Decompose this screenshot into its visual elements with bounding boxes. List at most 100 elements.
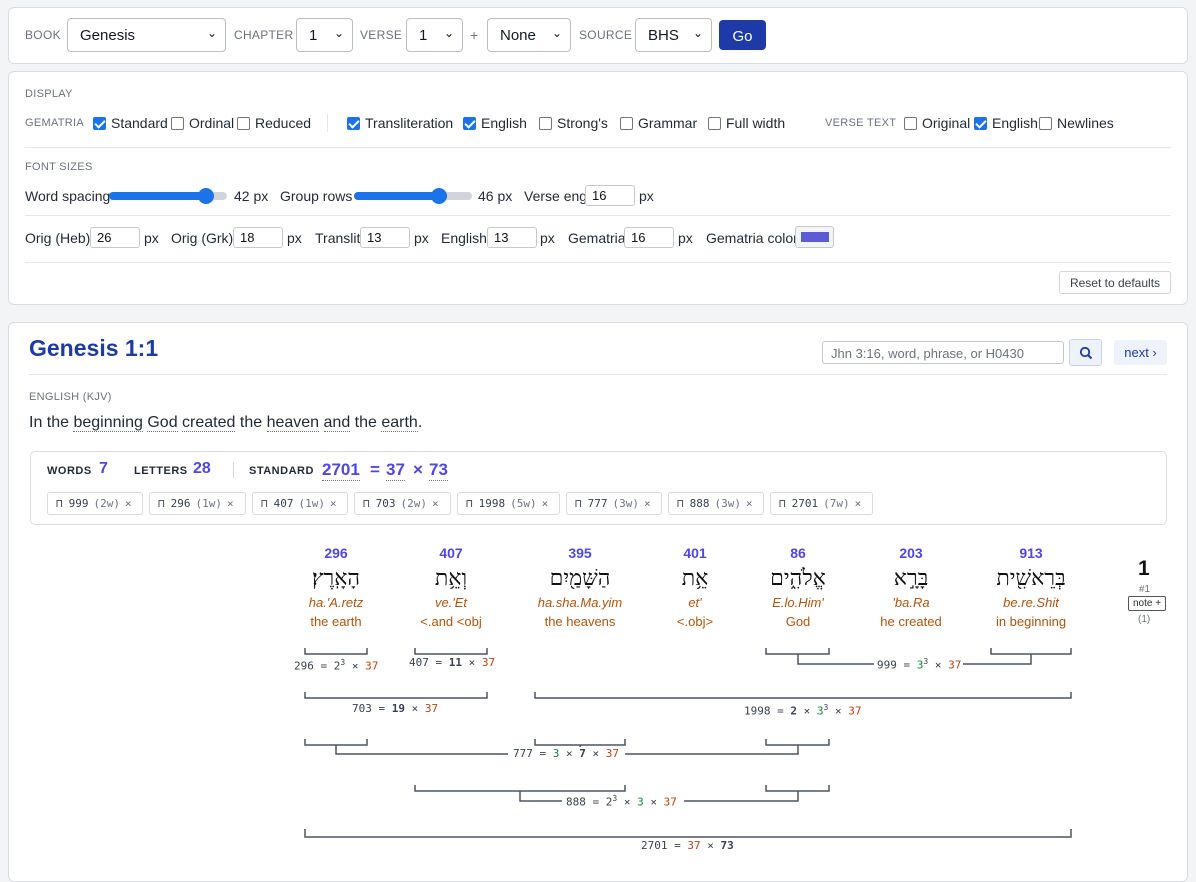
- group-label-703: 703 = 19 × 37: [352, 702, 439, 715]
- font-size-unit: px: [540, 230, 555, 246]
- gematria-color-label: Gematria color: [706, 230, 798, 246]
- group-rows-label: Group rows: [280, 188, 353, 204]
- bracket-2701: [304, 829, 1072, 838]
- bracket-703: [304, 692, 488, 699]
- gematria-color-picker[interactable]: [795, 226, 834, 248]
- chevron-down-icon: ⌄: [692, 26, 703, 40]
- bracket-999-a: [765, 648, 830, 655]
- bracket-407: [414, 648, 488, 655]
- source-select-value: BHS: [648, 27, 679, 44]
- go-button[interactable]: Go: [719, 20, 766, 50]
- word-spacing-slider-fill: [109, 192, 206, 200]
- gematria-checkbox[interactable]: [237, 117, 250, 130]
- show-checkbox-label[interactable]: Strong's: [557, 115, 608, 131]
- chapter-label: CHAPTER: [234, 28, 294, 42]
- font-size-unit: px: [678, 230, 693, 246]
- bracket-999-b: [990, 648, 1072, 655]
- chevron-down-icon: ⌄: [206, 26, 217, 40]
- bracket-1998: [534, 692, 1072, 699]
- show-checkbox-label[interactable]: Full width: [726, 115, 785, 131]
- bracket-888-a: [414, 785, 626, 792]
- gematria-checkbox-label[interactable]: Standard: [111, 115, 168, 131]
- section-divider: [25, 215, 1171, 216]
- font-size-label: Orig (Grk): [171, 230, 234, 246]
- show-checkbox[interactable]: [347, 117, 360, 130]
- option-divider: [327, 114, 328, 132]
- navigation-bar: BOOK Genesis ⌄ CHAPTER 1 ⌄ VERSE 1 ⌄ + N…: [8, 7, 1188, 64]
- verse-text-checkbox-label[interactable]: Newlines: [1057, 115, 1114, 131]
- gematria-label: GEMATRIA: [25, 117, 85, 129]
- font-sizes-heading: FONT SIZES: [25, 161, 93, 173]
- font-size-label: Gematria: [568, 230, 626, 246]
- verse-select[interactable]: 1 ⌄: [406, 18, 463, 52]
- group-brackets: [304, 648, 1072, 838]
- group-label-2701: 2701 = 37 × 73: [641, 839, 734, 852]
- source-select[interactable]: BHS ⌄: [635, 18, 712, 52]
- verse-text-checkbox-label[interactable]: Original: [922, 115, 970, 131]
- show-checkbox-label[interactable]: English: [481, 115, 527, 131]
- group-label-888: 888 = 23 × 3 × 37: [564, 794, 679, 809]
- verse-eng-input[interactable]: 16: [585, 185, 635, 206]
- show-checkbox[interactable]: [539, 117, 552, 130]
- gematria-checkbox[interactable]: [93, 117, 106, 130]
- group-rows-value: 46 px: [478, 188, 513, 204]
- show-checkbox[interactable]: [463, 117, 476, 130]
- range-select-value: None: [500, 27, 536, 44]
- chevron-down-icon: ⌄: [443, 26, 454, 40]
- font-size-label: Translit: [315, 230, 361, 246]
- word-spacing-slider-thumb[interactable]: [198, 188, 214, 204]
- bracket-888-b: [765, 785, 830, 792]
- verse-text-label: VERSE TEXT: [825, 117, 897, 129]
- book-label: BOOK: [25, 28, 61, 42]
- chevron-down-icon: ⌄: [333, 26, 344, 40]
- font-size-input[interactable]: 13: [360, 227, 410, 248]
- gematria-checkbox[interactable]: [171, 117, 184, 130]
- verse-text-checkbox[interactable]: [974, 117, 987, 130]
- reset-defaults-button[interactable]: Reset to defaults: [1059, 271, 1171, 294]
- bracket-777-a: [304, 739, 368, 746]
- show-checkbox[interactable]: [620, 117, 633, 130]
- verse-text-checkbox[interactable]: [904, 117, 917, 130]
- source-label: SOURCE: [579, 28, 633, 42]
- group-label-999: 999 = 33 × 37: [875, 657, 964, 672]
- bracket-777-b: [534, 739, 626, 746]
- gematria-checkbox-label[interactable]: Reduced: [255, 115, 311, 131]
- display-settings-panel: DISPLAY GEMATRIA Standard Ordinal Reduced …: [8, 71, 1188, 305]
- show-checkbox-label[interactable]: Transliteration: [365, 115, 453, 131]
- show-checkbox-label[interactable]: Grammar: [638, 115, 697, 131]
- book-select-value: Genesis: [80, 27, 136, 44]
- font-size-input[interactable]: 26: [90, 227, 140, 248]
- show-checkbox[interactable]: [708, 117, 721, 130]
- group-rows-slider-thumb[interactable]: [431, 188, 447, 204]
- group-label-407: 407 = 11 × 37: [409, 656, 496, 669]
- section-divider: [25, 147, 1171, 148]
- verse-eng-label: Verse eng: [524, 188, 588, 204]
- gematria-color-swatch: [801, 232, 829, 242]
- verse-text-checkbox[interactable]: [1039, 117, 1052, 130]
- bracket-777-c: [765, 739, 830, 746]
- group-label-296: 296 = 23 × 37: [294, 658, 379, 673]
- chevron-down-icon: ⌄: [551, 26, 562, 40]
- word-spacing-label: Word spacing: [25, 188, 111, 204]
- verse-label: VERSE: [360, 28, 403, 42]
- verse-panel: Genesis 1:1 Jhn 3:16, word, phrase, or H…: [8, 322, 1188, 882]
- font-size-unit: px: [287, 230, 302, 246]
- chapter-select[interactable]: 1 ⌄: [296, 18, 353, 52]
- plus-separator: +: [470, 27, 479, 43]
- font-size-label: Orig (Heb): [25, 230, 91, 246]
- range-select[interactable]: None ⌄: [487, 18, 571, 52]
- group-label-1998: 1998 = 2 × 33 × 37: [744, 703, 862, 718]
- gematria-checkbox-label[interactable]: Ordinal: [189, 115, 234, 131]
- book-select[interactable]: Genesis ⌄: [67, 18, 226, 52]
- font-size-label: English: [441, 230, 487, 246]
- group-rows-slider-fill: [354, 192, 439, 200]
- font-size-input[interactable]: 18: [233, 227, 283, 248]
- verse-select-value: 1: [419, 27, 428, 44]
- verse-text-checkbox-label[interactable]: English: [992, 115, 1038, 131]
- verse-eng-unit: px: [639, 188, 654, 204]
- group-label-777: 777 = 3 × 7 × 37: [511, 747, 621, 760]
- font-size-unit: px: [414, 230, 429, 246]
- font-size-input[interactable]: 16: [624, 227, 674, 248]
- word-spacing-value: 42 px: [234, 188, 269, 204]
- font-size-input[interactable]: 13: [487, 227, 537, 248]
